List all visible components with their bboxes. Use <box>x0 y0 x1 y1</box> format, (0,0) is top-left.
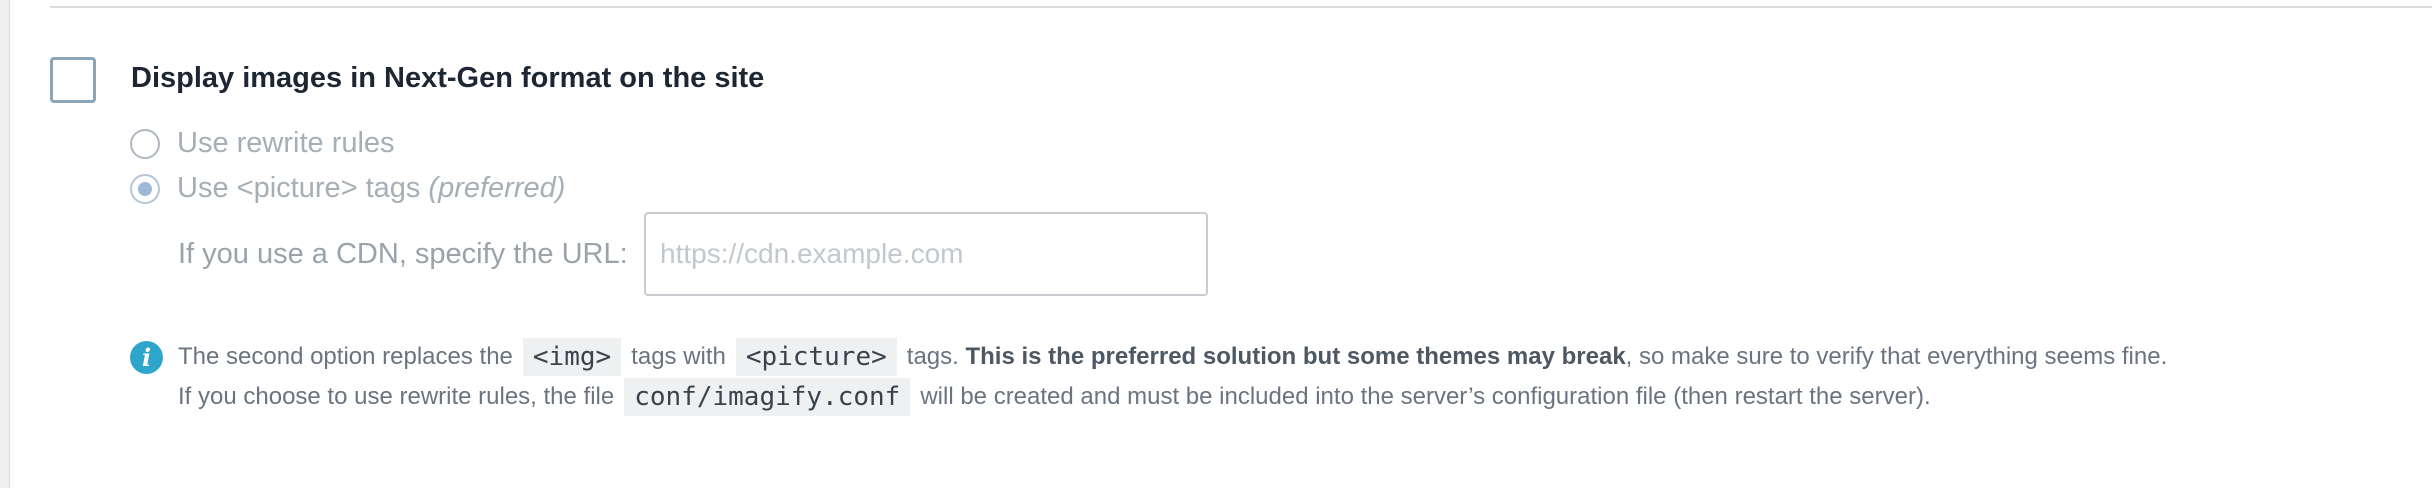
radio-option-rewrite-rules[interactable]: Use rewrite rules <box>130 127 395 160</box>
cdn-url-label: If you use a CDN, specify the URL: <box>178 237 628 270</box>
note-line-2: If you choose to use rewrite rules, the … <box>178 378 1931 416</box>
code-picture-tag: <picture> <box>735 338 897 376</box>
next-gen-setting-row <box>50 57 96 103</box>
next-gen-checkbox-label[interactable]: Display images in Next-Gen format on the… <box>131 62 764 95</box>
note-bold-warning: This is the preferred solution but some … <box>965 343 1626 370</box>
radio-picture-tags[interactable] <box>130 173 160 204</box>
radio-picture-tags-label: Use <picture> tags <box>177 172 421 204</box>
left-panel-edge <box>0 0 10 488</box>
info-icon: i <box>130 341 163 374</box>
note-text: The second option replaces the <box>178 343 513 370</box>
section-divider <box>50 6 2432 8</box>
next-gen-checkbox[interactable] <box>50 57 96 103</box>
code-conf-file: conf/imagify.conf <box>624 378 911 416</box>
radio-rewrite-rules[interactable] <box>130 128 160 159</box>
note-text: tags with <box>631 343 726 370</box>
note-text: , so make sure to verify that everything… <box>1625 343 2168 370</box>
radio-rewrite-rules-label: Use rewrite rules <box>177 127 395 159</box>
code-img-tag: <img> <box>522 338 622 376</box>
cdn-url-input[interactable] <box>644 212 1208 296</box>
note-text: If you choose to use rewrite rules, the … <box>178 383 615 410</box>
note-text: tags. <box>906 343 959 370</box>
radio-option-picture-tags[interactable]: Use <picture> tags (preferred) <box>130 172 565 205</box>
note-line-1: The second option replaces the <img> tag… <box>178 338 2167 376</box>
preferred-hint: (preferred) <box>428 172 566 204</box>
note-text: will be created and must be included int… <box>920 383 1931 410</box>
